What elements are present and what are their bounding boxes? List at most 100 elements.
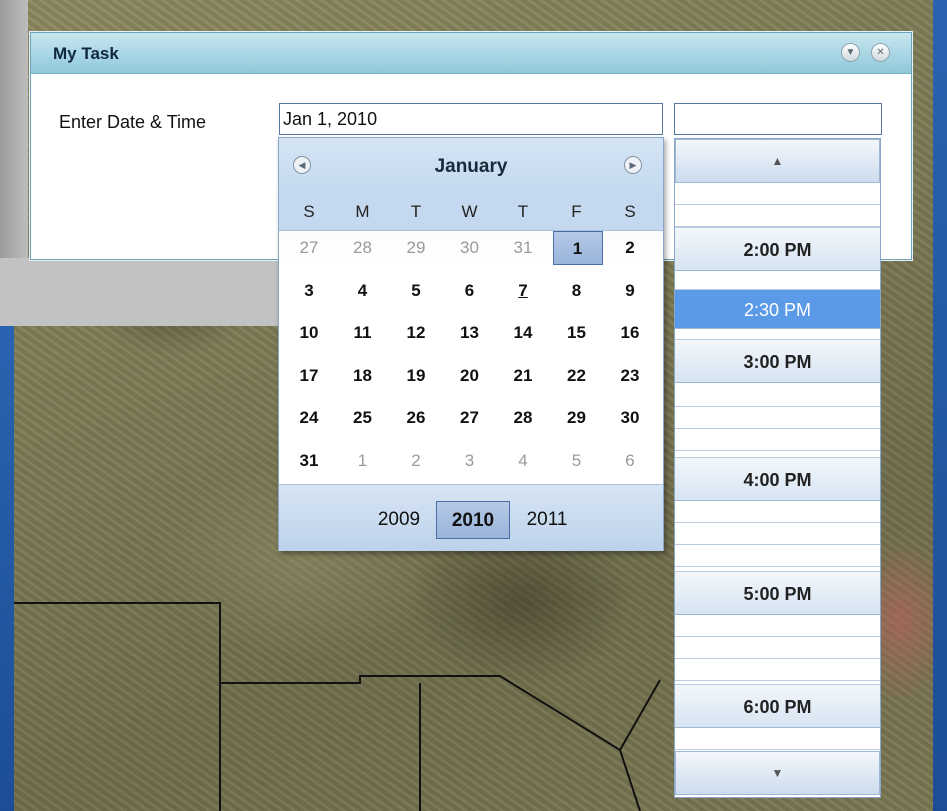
day-number: 23 — [620, 365, 640, 385]
time-list-item[interactable] — [675, 429, 880, 451]
day-number: 28 — [513, 408, 533, 427]
time-option[interactable]: 6:00 PM — [675, 684, 880, 728]
calendar-day[interactable]: 4 — [499, 444, 547, 478]
title-bar[interactable]: My Task ▼ ✕ — [31, 33, 911, 74]
day-number: 29 — [567, 408, 586, 427]
calendar-day[interactable]: 10 — [285, 316, 333, 350]
date-input[interactable] — [279, 103, 663, 135]
calendar-day[interactable]: 20 — [446, 359, 494, 393]
day-number: 5 — [571, 450, 582, 470]
time-list-item[interactable] — [675, 205, 880, 227]
day-number: 29 — [406, 238, 426, 257]
time-list-item[interactable] — [675, 385, 880, 407]
calendar-day[interactable]: 15 — [553, 316, 601, 350]
year-option[interactable]: 2011 — [512, 501, 582, 539]
calendar-day[interactable]: 21 — [499, 359, 547, 393]
calendar-day[interactable]: 19 — [392, 359, 440, 393]
calendar-day[interactable]: 13 — [446, 316, 494, 350]
calendar-day[interactable]: 2 — [606, 231, 654, 265]
scroll-up-button[interactable]: ▲ — [675, 139, 880, 183]
calendar-day[interactable]: 31 — [285, 444, 333, 478]
desktop-gray-panel — [0, 258, 280, 326]
weekday-label: W — [461, 202, 478, 221]
calendar-day[interactable]: 23 — [606, 359, 654, 393]
calendar-day[interactable]: 5 — [553, 444, 601, 478]
calendar-day[interactable]: 4 — [339, 274, 387, 308]
day-number: 1 — [572, 239, 583, 258]
day-number: 20 — [460, 365, 479, 385]
calendar-day[interactable]: 3 — [446, 444, 494, 478]
calendar-day[interactable]: 5 — [392, 274, 440, 308]
calendar-day[interactable]: 9 — [606, 274, 654, 308]
calendar-day[interactable]: 27 — [446, 401, 494, 435]
calendar-day[interactable]: 11 — [339, 316, 387, 350]
chevron-right-circle-icon[interactable]: ▶ — [624, 156, 642, 174]
date-time-label: Enter Date & Time — [59, 112, 207, 132]
calendar-day[interactable]: 22 — [553, 359, 601, 393]
calendar-day[interactable]: 2 — [392, 444, 440, 478]
calendar-day[interactable]: 16 — [606, 316, 654, 350]
time-list-item[interactable] — [675, 407, 880, 429]
time-option-selected[interactable]: 2:30 PM — [675, 289, 880, 329]
calendar-day[interactable]: 28 — [499, 401, 547, 435]
calendar-day[interactable]: 27 — [285, 231, 333, 265]
time-option[interactable]: 2:00 PM — [675, 227, 880, 271]
day-number: 25 — [353, 408, 372, 427]
day-number: 2 — [411, 450, 421, 470]
time-list-item[interactable] — [675, 728, 880, 750]
calendar-day[interactable]: 1 — [339, 444, 387, 478]
time-list-item[interactable] — [675, 615, 880, 637]
time-option[interactable]: 3:00 PM — [675, 339, 880, 383]
calendar-day[interactable]: 8 — [553, 274, 601, 308]
time-option[interactable]: 4:00 PM — [675, 457, 880, 501]
calendar-day[interactable]: 6 — [606, 444, 654, 478]
calendar-day[interactable]: 29 — [553, 401, 601, 435]
time-list-item[interactable] — [675, 523, 880, 545]
day-number: 14 — [513, 323, 533, 342]
calendar-day[interactable]: 26 — [392, 401, 440, 435]
day-number: 15 — [567, 323, 586, 342]
day-number: 10 — [299, 323, 319, 342]
time-list-item[interactable] — [675, 545, 880, 567]
calendar-day[interactable]: 17 — [285, 359, 333, 393]
calendar-day[interactable]: 6 — [446, 274, 494, 308]
calendar-day[interactable]: 30 — [446, 231, 494, 265]
time-list-item[interactable] — [675, 501, 880, 523]
time-list-item[interactable] — [675, 183, 880, 205]
chevron-down-icon[interactable]: ▼ — [841, 43, 860, 62]
scroll-down-button[interactable]: ▼ — [675, 751, 880, 795]
weekday-label: S — [303, 202, 315, 221]
day-number: 27 — [299, 238, 319, 257]
day-number: 11 — [353, 323, 372, 342]
calendar-day-selected[interactable]: 1 — [552, 231, 603, 265]
year-option-selected[interactable]: 2010 — [436, 501, 510, 539]
calendar-day[interactable]: 18 — [339, 359, 387, 393]
time-input[interactable] — [674, 103, 882, 135]
day-number: 26 — [406, 408, 426, 427]
time-list-item[interactable] — [675, 659, 880, 681]
calendar-day[interactable]: 7 — [499, 274, 547, 308]
window-title: My Task — [53, 44, 119, 63]
day-number: 13 — [460, 323, 479, 342]
weekday-label: T — [410, 202, 422, 221]
day-number: 22 — [567, 365, 586, 385]
day-number: 6 — [625, 450, 635, 470]
year-selector: 2009 2010 2011 — [279, 484, 663, 551]
calendar-day[interactable]: 24 — [285, 401, 333, 435]
calendar-day[interactable]: 12 — [392, 316, 440, 350]
close-icon[interactable]: ✕ — [871, 43, 890, 62]
calendar-day[interactable]: 28 — [339, 231, 387, 265]
calendar-day[interactable]: 31 — [499, 231, 547, 265]
desktop-blue-frame — [0, 326, 14, 811]
desktop-blue-frame-right — [933, 0, 947, 811]
year-option[interactable]: 2009 — [364, 501, 434, 539]
calendar-day[interactable]: 25 — [339, 401, 387, 435]
calendar-day[interactable]: 14 — [499, 316, 547, 350]
day-number: 7 — [518, 280, 528, 300]
calendar-day[interactable]: 3 — [285, 274, 333, 308]
calendar-day[interactable]: 30 — [606, 401, 654, 435]
calendar-day[interactable]: 29 — [392, 231, 440, 265]
day-number: 4 — [518, 450, 528, 470]
time-list-item[interactable] — [675, 637, 880, 659]
time-option[interactable]: 5:00 PM — [675, 571, 880, 615]
